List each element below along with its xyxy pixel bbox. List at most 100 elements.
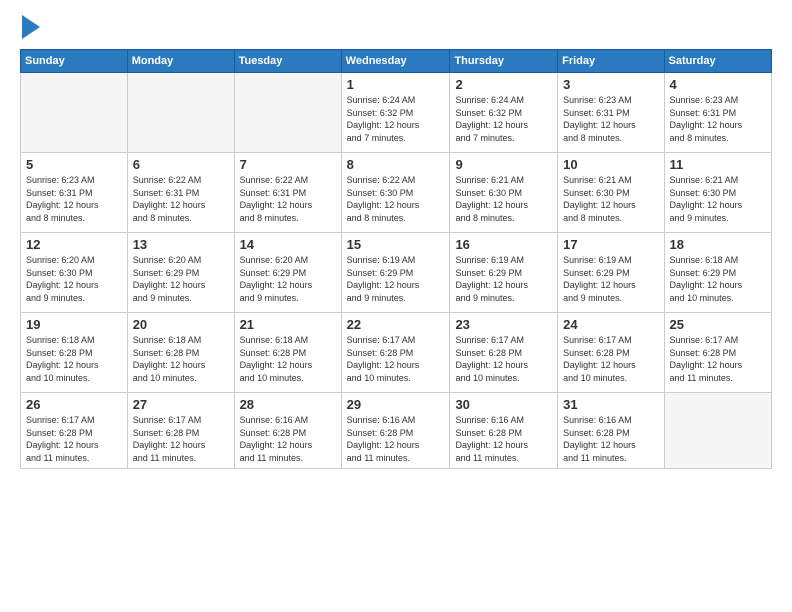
calendar-cell: 28Sunrise: 6:16 AM Sunset: 6:28 PM Dayli… bbox=[234, 393, 341, 469]
calendar-cell bbox=[234, 73, 341, 153]
calendar-cell: 27 Sunrise: 6:17 AM Sunset: 6:28 PM Dayli… bbox=[127, 393, 234, 469]
calendar-cell: 25 Sunrise: 6:17 AM Sunset: 6:28 PM Dayli… bbox=[664, 313, 771, 393]
calendar-cell: 24 Sunrise: 6:17 AM Sunset: 6:28 PM Dayli… bbox=[558, 313, 664, 393]
day-number: 6 bbox=[133, 157, 229, 172]
day-info: Sunrise: 6:17 AM Sunset: 6:28 PM Dayligh… bbox=[133, 414, 229, 464]
page-header bbox=[20, 15, 772, 39]
weekday-header-wednesday: Wednesday bbox=[341, 50, 450, 73]
day-number: 17 bbox=[563, 237, 658, 252]
day-number: 3 bbox=[563, 77, 658, 92]
day-number: 9 bbox=[455, 157, 552, 172]
day-info: Sunrise: 6:20 AM Sunset: 6:29 PM Dayligh… bbox=[240, 254, 336, 304]
day-info: Sunrise: 6:19 AM Sunset: 6:29 PM Dayligh… bbox=[563, 254, 658, 304]
calendar-cell: 18 Sunrise: 6:18 AM Sunset: 6:29 PM Dayli… bbox=[664, 233, 771, 313]
day-number: 31 bbox=[563, 397, 658, 412]
calendar-week-5: 26 Sunrise: 6:17 AM Sunset: 6:28 PM Dayli… bbox=[21, 393, 772, 469]
day-info: Sunrise: 6:21 AM Sunset: 6:30 PM Dayligh… bbox=[563, 174, 658, 224]
calendar-cell: 26 Sunrise: 6:17 AM Sunset: 6:28 PM Dayli… bbox=[21, 393, 128, 469]
calendar-cell: 31 Sunrise: 6:16 AM Sunset: 6:28 PM Dayli… bbox=[558, 393, 664, 469]
day-number: 4 bbox=[670, 77, 766, 92]
day-info: Sunrise: 6:18 AM Sunset: 6:28 PM Dayligh… bbox=[26, 334, 122, 384]
calendar-cell bbox=[21, 73, 128, 153]
day-info: Sunrise: 6:16 AM Sunset: 6:28 PM Dayligh… bbox=[455, 414, 552, 464]
day-info: Sunrise: 6:16 AM Sunset: 6:28 PM Dayligh… bbox=[240, 414, 336, 464]
calendar-cell: 19 Sunrise: 6:18 AM Sunset: 6:28 PM Dayli… bbox=[21, 313, 128, 393]
day-info: Sunrise: 6:18 AM Sunset: 6:29 PM Dayligh… bbox=[670, 254, 766, 304]
day-info: Sunrise: 6:17 AM Sunset: 6:28 PM Dayligh… bbox=[26, 414, 122, 464]
day-info: Sunrise: 6:17 AM Sunset: 6:28 PM Dayligh… bbox=[563, 334, 658, 384]
calendar-cell: 3 Sunrise: 6:23 AM Sunset: 6:31 PM Daylig… bbox=[558, 73, 664, 153]
day-number: 22 bbox=[347, 317, 445, 332]
calendar-cell: 15Sunrise: 6:19 AM Sunset: 6:29 PM Dayli… bbox=[341, 233, 450, 313]
calendar-cell: 16 Sunrise: 6:19 AM Sunset: 6:29 PM Dayli… bbox=[450, 233, 558, 313]
day-info: Sunrise: 6:17 AM Sunset: 6:28 PM Dayligh… bbox=[455, 334, 552, 384]
day-number: 24 bbox=[563, 317, 658, 332]
calendar-week-1: 1 Sunrise: 6:24 AM Sunset: 6:32 PM Daylig… bbox=[21, 73, 772, 153]
day-info: Sunrise: 6:23 AM Sunset: 6:31 PM Dayligh… bbox=[26, 174, 122, 224]
day-number: 25 bbox=[670, 317, 766, 332]
day-number: 29 bbox=[347, 397, 445, 412]
day-number: 7 bbox=[240, 157, 336, 172]
day-info: Sunrise: 6:17 AM Sunset: 6:28 PM Dayligh… bbox=[670, 334, 766, 384]
calendar-cell: 22 Sunrise: 6:17 AM Sunset: 6:28 PM Dayli… bbox=[341, 313, 450, 393]
weekday-header-sunday: Sunday bbox=[21, 50, 128, 73]
day-info: Sunrise: 6:22 AM Sunset: 6:30 PM Dayligh… bbox=[347, 174, 445, 224]
calendar-cell: 21 Sunrise: 6:18 AM Sunset: 6:28 PM Dayli… bbox=[234, 313, 341, 393]
calendar-cell: 20Sunrise: 6:18 AM Sunset: 6:28 PM Dayli… bbox=[127, 313, 234, 393]
day-number: 27 bbox=[133, 397, 229, 412]
day-info: Sunrise: 6:17 AM Sunset: 6:28 PM Dayligh… bbox=[347, 334, 445, 384]
calendar-cell: 13 Sunrise: 6:20 AM Sunset: 6:29 PM Dayli… bbox=[127, 233, 234, 313]
day-info: Sunrise: 6:19 AM Sunset: 6:29 PM Dayligh… bbox=[347, 254, 445, 304]
day-info: Sunrise: 6:18 AM Sunset: 6:28 PM Dayligh… bbox=[133, 334, 229, 384]
day-info: Sunrise: 6:24 AM Sunset: 6:32 PM Dayligh… bbox=[347, 94, 445, 144]
day-number: 26 bbox=[26, 397, 122, 412]
calendar-cell: 1 Sunrise: 6:24 AM Sunset: 6:32 PM Daylig… bbox=[341, 73, 450, 153]
day-info: Sunrise: 6:21 AM Sunset: 6:30 PM Dayligh… bbox=[670, 174, 766, 224]
calendar-cell bbox=[664, 393, 771, 469]
day-number: 12 bbox=[26, 237, 122, 252]
day-number: 10 bbox=[563, 157, 658, 172]
day-number: 13 bbox=[133, 237, 229, 252]
weekday-header-monday: Monday bbox=[127, 50, 234, 73]
weekday-header-saturday: Saturday bbox=[664, 50, 771, 73]
calendar-cell: 8 Sunrise: 6:22 AM Sunset: 6:30 PM Daylig… bbox=[341, 153, 450, 233]
calendar-cell: 11 Sunrise: 6:21 AM Sunset: 6:30 PM Dayli… bbox=[664, 153, 771, 233]
calendar-cell: 2 Sunrise: 6:24 AM Sunset: 6:32 PM Daylig… bbox=[450, 73, 558, 153]
weekday-header-row: SundayMondayTuesdayWednesdayThursdayFrid… bbox=[21, 50, 772, 73]
day-number: 14 bbox=[240, 237, 336, 252]
day-number: 19 bbox=[26, 317, 122, 332]
day-number: 1 bbox=[347, 77, 445, 92]
day-info: Sunrise: 6:16 AM Sunset: 6:28 PM Dayligh… bbox=[563, 414, 658, 464]
day-number: 11 bbox=[670, 157, 766, 172]
day-info: Sunrise: 6:19 AM Sunset: 6:29 PM Dayligh… bbox=[455, 254, 552, 304]
logo-icon bbox=[22, 15, 40, 39]
day-info: Sunrise: 6:24 AM Sunset: 6:32 PM Dayligh… bbox=[455, 94, 552, 144]
calendar-cell: 23 Sunrise: 6:17 AM Sunset: 6:28 PM Dayli… bbox=[450, 313, 558, 393]
calendar-week-2: 5 Sunrise: 6:23 AM Sunset: 6:31 PM Daylig… bbox=[21, 153, 772, 233]
day-info: Sunrise: 6:21 AM Sunset: 6:30 PM Dayligh… bbox=[455, 174, 552, 224]
calendar-cell: 14 Sunrise: 6:20 AM Sunset: 6:29 PM Dayli… bbox=[234, 233, 341, 313]
calendar-cell: 5 Sunrise: 6:23 AM Sunset: 6:31 PM Daylig… bbox=[21, 153, 128, 233]
calendar-cell: 10 Sunrise: 6:21 AM Sunset: 6:30 PM Dayli… bbox=[558, 153, 664, 233]
calendar-week-3: 12Sunrise: 6:20 AM Sunset: 6:30 PM Dayli… bbox=[21, 233, 772, 313]
day-number: 5 bbox=[26, 157, 122, 172]
day-number: 16 bbox=[455, 237, 552, 252]
weekday-header-tuesday: Tuesday bbox=[234, 50, 341, 73]
calendar-week-4: 19 Sunrise: 6:18 AM Sunset: 6:28 PM Dayli… bbox=[21, 313, 772, 393]
day-info: Sunrise: 6:22 AM Sunset: 6:31 PM Dayligh… bbox=[240, 174, 336, 224]
day-info: Sunrise: 6:20 AM Sunset: 6:29 PM Dayligh… bbox=[133, 254, 229, 304]
calendar-cell bbox=[127, 73, 234, 153]
calendar-cell: 4Sunrise: 6:23 AM Sunset: 6:31 PM Daylig… bbox=[664, 73, 771, 153]
day-info: Sunrise: 6:18 AM Sunset: 6:28 PM Dayligh… bbox=[240, 334, 336, 384]
day-number: 18 bbox=[670, 237, 766, 252]
calendar-cell: 6Sunrise: 6:22 AM Sunset: 6:31 PM Daylig… bbox=[127, 153, 234, 233]
day-number: 30 bbox=[455, 397, 552, 412]
calendar-table: SundayMondayTuesdayWednesdayThursdayFrid… bbox=[20, 49, 772, 469]
day-number: 21 bbox=[240, 317, 336, 332]
day-number: 23 bbox=[455, 317, 552, 332]
day-number: 8 bbox=[347, 157, 445, 172]
calendar-cell: 29Sunrise: 6:16 AM Sunset: 6:28 PM Dayli… bbox=[341, 393, 450, 469]
calendar-cell: 12Sunrise: 6:20 AM Sunset: 6:30 PM Dayli… bbox=[21, 233, 128, 313]
day-number: 2 bbox=[455, 77, 552, 92]
day-info: Sunrise: 6:23 AM Sunset: 6:31 PM Dayligh… bbox=[563, 94, 658, 144]
